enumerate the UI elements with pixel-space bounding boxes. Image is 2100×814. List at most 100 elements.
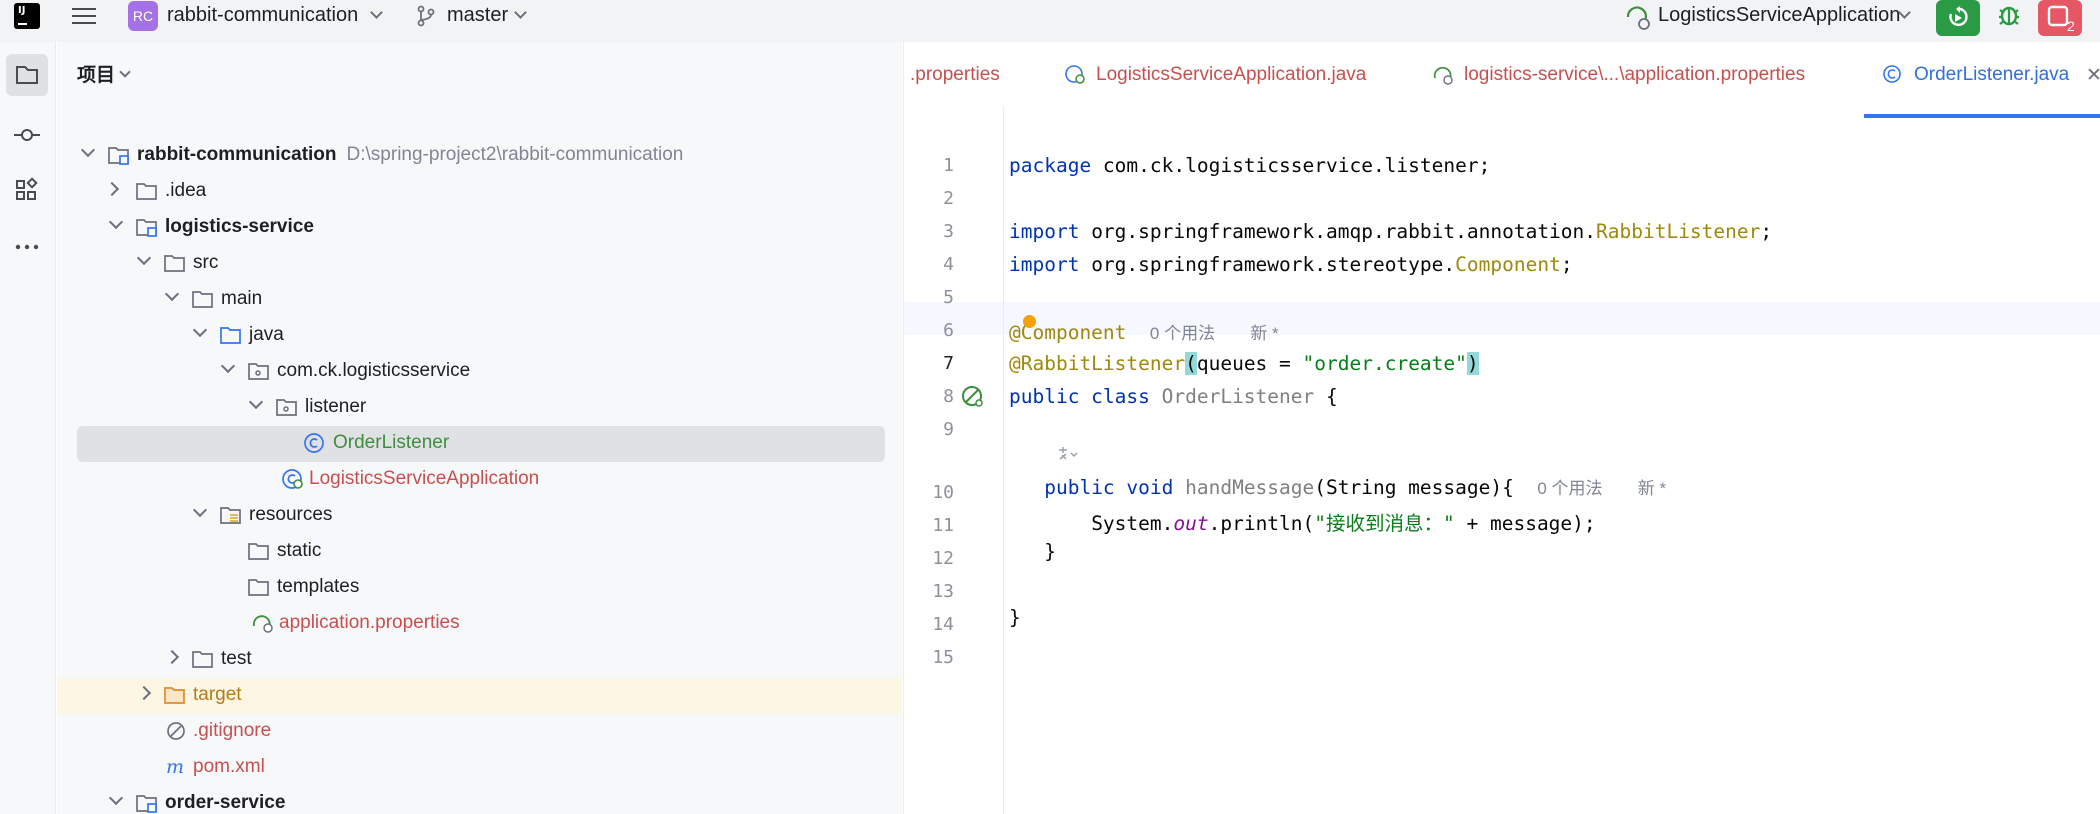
spring-boot-run-config-icon (1626, 6, 1650, 30)
more-tools-button[interactable] (6, 226, 48, 268)
folder-icon (192, 651, 213, 668)
chevron-down-icon[interactable] (119, 66, 131, 78)
tree-item-templates[interactable]: templates (57, 570, 887, 606)
line-number: 15 (932, 647, 954, 668)
tree-item-gitignore[interactable]: .gitignore (57, 714, 887, 750)
tree-item-static[interactable]: static (57, 534, 887, 570)
tree-item-test[interactable]: test (57, 642, 887, 678)
tree-item-target[interactable]: target (57, 678, 902, 714)
structure-tool-button[interactable] (6, 168, 48, 210)
tree-item-label: templates (277, 576, 360, 597)
folder-icon (164, 255, 185, 272)
gutter: 1 2 3 4 5 6 7 8 9 10 11 12 13 14 15 (904, 106, 1004, 814)
line-number: 10 (932, 482, 954, 503)
panel-title[interactable]: 项目 (77, 60, 115, 87)
tree-item-label: application.properties (279, 612, 460, 633)
author-inlay-hint: 新 * (1637, 479, 1667, 498)
tool-window-strip (0, 42, 56, 814)
tree-item-idea[interactable]: .idea (57, 174, 887, 210)
tree-item-logisticsserviceapplication[interactable]: LogisticsServiceApplication (57, 462, 887, 498)
module-folder-icon (136, 219, 157, 237)
git-branch-icon (417, 5, 435, 27)
code-line-8[interactable]: public class OrderListener { (1009, 385, 1338, 408)
line-number: 2 (943, 188, 954, 209)
stop-button[interactable]: 2 (2038, 0, 2082, 36)
tree-item-resources[interactable]: resources (57, 498, 887, 534)
tree-item-label: .idea (165, 180, 207, 201)
tab-logisticsserviceapplication[interactable]: LogisticsServiceApplication.java (1096, 64, 1366, 86)
code-line-10[interactable]: public void handMessage(String message){… (1009, 474, 1666, 499)
line-number: 4 (943, 254, 954, 275)
line-number: 11 (932, 515, 954, 536)
tree-item-pom[interactable]: m pom.xml (57, 750, 887, 786)
commit-tool-button[interactable] (6, 114, 48, 156)
code-line-7[interactable]: @RabbitListener(queues = "order.create") (1009, 352, 1479, 375)
tree-item-label: OrderListener (333, 432, 450, 453)
chevron-down-icon[interactable] (514, 6, 527, 19)
branch-selector[interactable]: master (447, 4, 508, 27)
tree-item-path: D:\spring-project2\rabbit-communication (346, 144, 684, 165)
code-line-3[interactable]: import org.springframework.amqp.rabbit.a… (1009, 220, 1772, 243)
tab-orderlistener[interactable]: OrderListener.java (1914, 64, 2069, 86)
spring-bean-gutter-icon[interactable] (960, 384, 986, 410)
project-tool-button[interactable] (6, 54, 48, 96)
tree-item-java[interactable]: java (57, 318, 887, 354)
line-number: 12 (932, 548, 954, 569)
tree-item-order-service[interactable]: order-service (57, 786, 887, 814)
tab-application-properties[interactable]: logistics-service\...\application.proper… (1464, 64, 1805, 86)
svg-text:m: m (166, 756, 184, 778)
commit-icon (14, 129, 40, 141)
main-menu-icon[interactable] (72, 4, 98, 28)
project-name[interactable]: rabbit-communication (167, 4, 358, 27)
tree-item-label: java (249, 324, 284, 345)
folder-icon (248, 543, 269, 560)
spring-properties-icon (252, 615, 273, 633)
tree-item-label: resources (249, 504, 333, 525)
usages-inlay-hint: 0 个用法 (1149, 324, 1216, 343)
module-folder-icon (108, 147, 129, 165)
tree-item-label: LogisticsServiceApplication (309, 468, 540, 489)
tree-item-label: rabbit-communication (137, 144, 337, 165)
run-configuration-selector[interactable]: LogisticsServiceApplication (1658, 4, 1900, 27)
tree-item-label: .gitignore (193, 720, 272, 741)
folder-icon (16, 66, 38, 84)
tree-item-listener[interactable]: listener (57, 390, 887, 426)
rerun-button[interactable] (1936, 0, 1980, 36)
tree-item-main[interactable]: main (57, 282, 887, 318)
tree-item-src[interactable]: src (57, 246, 887, 282)
code-vision-gear-icon[interactable] (1056, 445, 1078, 465)
class-icon (1883, 65, 1901, 83)
line-number: 9 (943, 419, 954, 440)
line-number: 3 (943, 221, 954, 242)
tree-item-package[interactable]: com.ck.logisticsservice (57, 354, 887, 390)
intention-bulb-icon[interactable] (1023, 315, 1036, 328)
module-folder-icon (136, 795, 157, 813)
bug-icon (1999, 6, 2019, 26)
stop-icon: 2 (2047, 5, 2075, 34)
code-line-6[interactable]: @Component 0 个用法 新 * (1009, 319, 1279, 344)
folder-icon (136, 183, 157, 200)
intellij-logo-icon[interactable]: IJ (12, 1, 42, 31)
close-tab-icon[interactable]: ✕ (2086, 64, 2100, 87)
debug-button[interactable] (1987, 0, 2031, 36)
chevron-down-icon[interactable] (370, 6, 383, 19)
code-line-11[interactable]: System.out.println("接收到消息：" + message); (1009, 507, 1595, 536)
tree-item-orderlistener[interactable]: OrderListener (77, 426, 885, 462)
line-number: 6 (943, 320, 954, 341)
spring-properties-icon (1433, 66, 1453, 85)
tree-item-label: order-service (165, 792, 286, 813)
class-icon (304, 433, 324, 453)
code-line-12[interactable]: } (1009, 540, 1056, 563)
tree-item-logistics-service[interactable]: logistics-service (57, 210, 887, 246)
code-line-14[interactable]: } (1009, 606, 1021, 629)
project-badge[interactable]: RC (128, 1, 158, 31)
code-line-4[interactable]: import org.springframework.stereotype.Co… (1009, 253, 1573, 276)
maven-icon: m (166, 756, 184, 778)
structure-icon (16, 177, 38, 200)
line-number: 1 (943, 155, 954, 176)
tree-item-rabbit-communication[interactable]: rabbit-communication D:\spring-project2\r… (57, 138, 887, 174)
rerun-icon (1949, 6, 1968, 27)
tree-item-application-properties[interactable]: application.properties (57, 606, 887, 642)
tab-properties[interactable]: .properties (910, 64, 1000, 86)
code-line-1[interactable]: package com.ck.logisticsservice.listener… (1009, 154, 1490, 177)
